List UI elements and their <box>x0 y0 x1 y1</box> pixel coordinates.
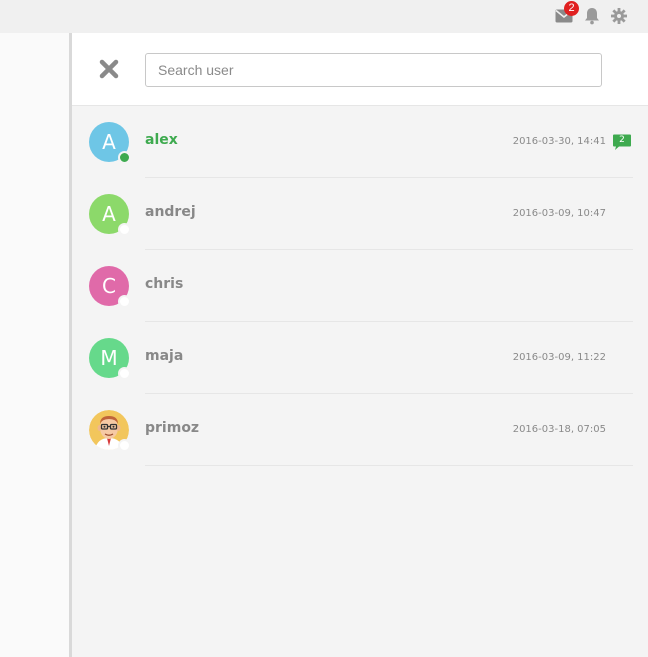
row-divider <box>145 465 633 466</box>
user-name: primoz <box>145 420 200 436</box>
avatar-initial: A <box>102 202 116 226</box>
mail-count-badge: 2 <box>564 1 579 16</box>
avatar: C <box>89 266 131 308</box>
user-row-maja[interactable]: M maja 2016-03-09, 11:22 <box>72 322 648 394</box>
user-row-alex[interactable]: A alex 2016-03-30, 14:41 2 <box>72 106 648 178</box>
unread-count: 2 <box>619 135 625 145</box>
avatar-initial: C <box>102 274 116 298</box>
offline-status-dot <box>118 223 131 236</box>
user-search-panel: A alex 2016-03-30, 14:41 2 A andrej 2016… <box>69 33 648 657</box>
user-name: andrej <box>145 204 196 220</box>
bell-icon[interactable] <box>582 6 602 26</box>
top-bar: 2 <box>0 0 648 33</box>
user-row-primoz[interactable]: primoz 2016-03-18, 07:05 <box>72 394 648 466</box>
unread-messages-badge: 2 <box>612 134 632 150</box>
user-row-chris[interactable]: C chris <box>72 250 648 322</box>
avatar: A <box>89 122 131 164</box>
background-area <box>0 33 69 657</box>
avatar-initial: A <box>102 130 116 154</box>
avatar-initial: M <box>100 346 118 370</box>
offline-status-dot <box>118 439 131 452</box>
offline-status-dot <box>118 295 131 308</box>
search-input[interactable] <box>145 53 602 87</box>
avatar: M <box>89 338 131 380</box>
last-message-time: 2016-03-09, 11:22 <box>512 352 606 363</box>
offline-status-dot <box>118 367 131 380</box>
last-message-time: 2016-03-09, 10:47 <box>512 208 606 219</box>
user-name: maja <box>145 348 184 364</box>
avatar: A <box>89 194 131 236</box>
online-status-dot <box>118 151 131 164</box>
gear-icon[interactable] <box>609 6 629 26</box>
user-name: alex <box>145 132 178 148</box>
user-name: chris <box>145 276 184 292</box>
close-icon[interactable] <box>98 58 120 80</box>
avatar <box>89 410 131 452</box>
user-row-andrej[interactable]: A andrej 2016-03-09, 10:47 <box>72 178 648 250</box>
last-message-time: 2016-03-30, 14:41 <box>512 136 606 147</box>
user-list: A alex 2016-03-30, 14:41 2 A andrej 2016… <box>72 106 648 466</box>
last-message-time: 2016-03-18, 07:05 <box>512 424 606 435</box>
panel-header <box>72 33 648 106</box>
